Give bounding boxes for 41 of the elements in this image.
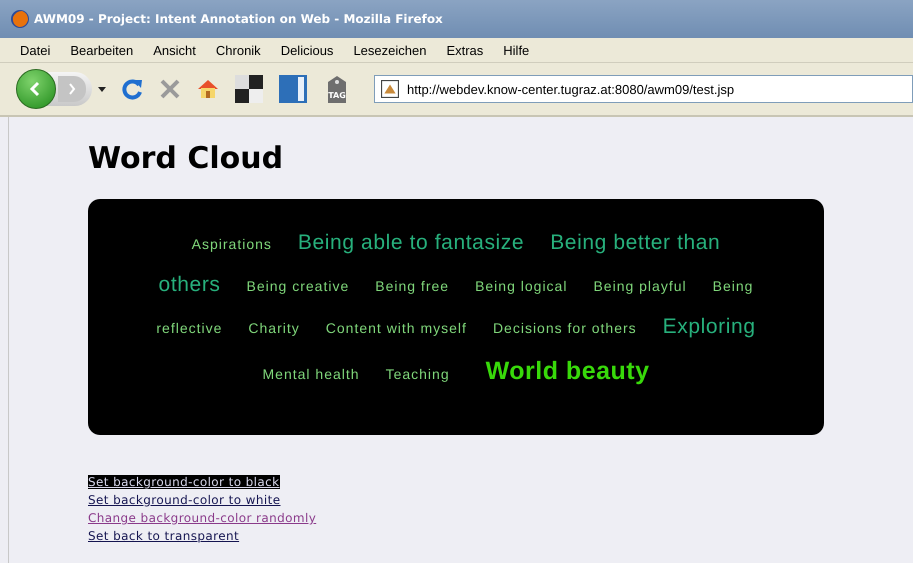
cloud-word[interactable]: Being playful xyxy=(593,278,687,294)
dropdown-caret-icon[interactable] xyxy=(98,86,106,92)
cloud-word[interactable]: Being better than xyxy=(550,231,720,255)
cloud-word[interactable]: Being logical xyxy=(475,278,568,294)
menu-item[interactable]: Extras xyxy=(436,42,494,58)
bookmark-icon[interactable] xyxy=(278,74,308,104)
page-heading: Word Cloud xyxy=(88,141,284,177)
menu-item[interactable]: Datei xyxy=(10,42,60,58)
tiles-icon[interactable] xyxy=(234,74,264,104)
menu-item[interactable]: Chronik xyxy=(206,42,271,58)
link[interactable]: Set background-color to white xyxy=(88,493,280,507)
home-icon[interactable] xyxy=(196,77,220,101)
link[interactable]: Change background-color randomly xyxy=(88,511,316,525)
menu-item[interactable]: Ansicht xyxy=(143,42,206,58)
cloud-word[interactable]: Charity xyxy=(248,320,300,336)
link[interactable]: Set background-color to black xyxy=(88,475,280,489)
cloud-word[interactable]: Mental health xyxy=(262,366,360,382)
cloud-word[interactable]: Decisions for others xyxy=(492,320,637,336)
chevron-right-icon xyxy=(67,82,77,96)
cloud-word[interactable]: Being xyxy=(712,278,754,294)
cloud-word[interactable]: Being free xyxy=(375,278,450,294)
cloud-word[interactable]: Being able to fantasize xyxy=(298,231,524,255)
cloud-word[interactable]: reflective xyxy=(156,320,222,336)
back-button[interactable] xyxy=(16,69,56,109)
address-field[interactable]: http://webdev.know-center.tugraz.at:8080/awm09/test.jsp xyxy=(374,75,913,103)
cloud-word[interactable]: Exploring xyxy=(662,315,756,339)
cloud-word[interactable]: Teaching xyxy=(386,366,450,382)
reload-icon[interactable] xyxy=(120,77,144,101)
cloud-word[interactable]: Aspirations xyxy=(192,236,272,252)
menu-item[interactable]: Lesezeichen xyxy=(343,42,436,58)
menu-item[interactable]: Delicious xyxy=(270,42,344,58)
cloud-word[interactable]: Content with myself xyxy=(326,320,467,336)
site-icon xyxy=(381,80,399,98)
link[interactable]: Set back to transparent xyxy=(88,529,240,543)
stop-icon[interactable] xyxy=(158,77,182,101)
cloud-word[interactable]: Being creative xyxy=(246,278,350,294)
window-title: AWM09 - Project: Intent Annotation on Web - Mozilla Firefox xyxy=(34,12,443,26)
menu-item[interactable]: Hilfe xyxy=(493,42,540,58)
cloud-word[interactable]: World beauty xyxy=(486,357,650,386)
cloud-word[interactable]: others xyxy=(158,273,221,297)
menu-item[interactable]: Bearbeiten xyxy=(60,42,144,58)
